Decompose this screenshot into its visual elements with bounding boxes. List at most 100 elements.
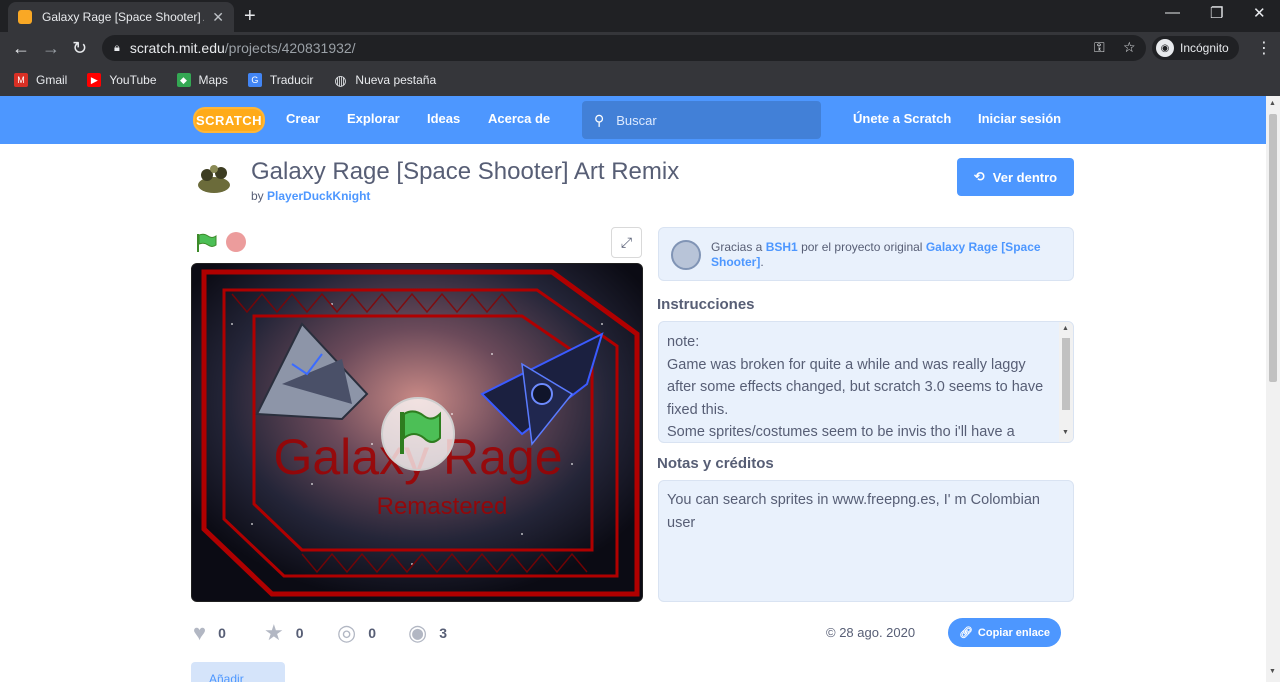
remix-credit-text: Gracias a BSH1 por el proyecto original … xyxy=(711,240,1051,270)
credit-prefix: Gracias a xyxy=(711,240,763,254)
search-icon: ⚲ xyxy=(594,111,605,128)
project-title: Galaxy Rage [Space Shooter] Art Remix xyxy=(251,158,680,185)
key-icon[interactable]: ⚿ xyxy=(1094,39,1105,56)
incognito-badge[interactable]: ◉ Incógnito xyxy=(1152,36,1239,60)
scratch-logo[interactable]: SCRATCH xyxy=(193,107,265,133)
instructions-box[interactable]: note: Game was broken for quite a while a… xyxy=(658,321,1074,443)
stage-subtitle: Remastered xyxy=(377,493,508,520)
search-input[interactable]: ⚲ Buscar xyxy=(582,101,821,139)
scroll-up-icon[interactable]: ▲ xyxy=(1269,100,1276,107)
scroll-down-icon[interactable]: ▼ xyxy=(1062,429,1069,436)
loves-count: 0 xyxy=(218,625,226,641)
bookmark-label: Gmail xyxy=(36,73,68,87)
eye-icon: ◉ xyxy=(408,620,428,645)
by-prefix: by xyxy=(251,189,264,203)
project-date: © 28 ago. 2020 xyxy=(826,625,916,640)
link-icon: 🔗︎ xyxy=(958,627,973,639)
fullscreen-button[interactable]: ⤢ xyxy=(611,227,642,258)
url-host: scratch.mit.edu xyxy=(129,40,225,56)
loves-stat[interactable]: ♥ 0 xyxy=(193,620,226,646)
stage-green-flag-overlay[interactable] xyxy=(381,397,455,471)
new-tab-icon[interactable]: + xyxy=(244,5,256,28)
stage-canvas: Galaxy Rage Remastered xyxy=(192,264,642,601)
window-close-icon[interactable]: ✕ xyxy=(1253,4,1266,22)
remix-arrows-icon: ⟲ xyxy=(973,169,985,184)
add-to-studio-label: Añadir xyxy=(209,672,244,682)
stop-icon[interactable] xyxy=(226,232,246,252)
credit-middle: por el proyecto original xyxy=(801,240,923,254)
notes-text: You can search sprites in www.freepng.es… xyxy=(667,492,1040,531)
scrollbar-thumb[interactable] xyxy=(1269,114,1277,382)
scratch-favicon-icon xyxy=(18,10,32,24)
remix-credit-box: Gracias a BSH1 por el proyecto original … xyxy=(658,227,1074,281)
incognito-icon: ◉ xyxy=(1156,39,1174,57)
notes-title: Notas y créditos xyxy=(657,455,774,472)
remixes-stat: ◎ 0 xyxy=(337,620,376,646)
restore-icon[interactable]: ❐ xyxy=(1210,4,1223,22)
bookmark-label: Traducir xyxy=(269,73,314,87)
bookmark-label: YouTube xyxy=(109,73,157,87)
remixes-count: 0 xyxy=(368,625,376,641)
lock-icon: 🔒︎ xyxy=(114,41,120,54)
favorites-stat[interactable]: ★ 0 xyxy=(264,620,304,646)
see-inside-label: Ver dentro xyxy=(992,169,1058,185)
url-path: /projects/420831932/ xyxy=(224,40,356,56)
original-author-avatar[interactable] xyxy=(671,240,701,270)
page-scrollbar[interactable]: ▲ ▼ xyxy=(1266,96,1280,682)
nav-explore[interactable]: Explorar xyxy=(347,111,400,126)
instructions-line: Game was broken for quite a while and wa… xyxy=(667,356,1044,418)
gmail-icon: M xyxy=(14,73,28,87)
translate-icon: G xyxy=(247,73,262,87)
instructions-scrollbar[interactable]: ▲ ▼ xyxy=(1059,322,1073,442)
maps-icon: ◆ xyxy=(176,73,191,87)
menu-kebab-icon[interactable]: ⋮ xyxy=(1256,38,1272,58)
back-icon[interactable]: ← xyxy=(12,38,30,59)
bookmark-item[interactable]: ◍ Nueva pestaña xyxy=(333,72,437,88)
bookmark-item[interactable]: G Traducir xyxy=(247,73,314,87)
views-count: 3 xyxy=(439,625,447,641)
bookmark-item[interactable]: ▶ YouTube xyxy=(87,73,157,87)
scratch-navbar: SCRATCH Crear Explorar Ideas Acerca de ⚲… xyxy=(0,96,1266,144)
notes-box[interactable]: You can search sprites in www.freepng.es… xyxy=(658,480,1074,602)
views-stat: ◉ 3 xyxy=(408,620,447,646)
author-link[interactable]: PlayerDuckKnight xyxy=(267,189,370,203)
bookmark-star-icon[interactable]: ☆ xyxy=(1123,39,1136,56)
credit-suffix: . xyxy=(760,255,764,269)
star-icon: ★ xyxy=(264,620,284,645)
reload-icon[interactable]: ↻ xyxy=(72,38,87,59)
scroll-up-icon[interactable]: ▲ xyxy=(1062,325,1069,332)
scroll-down-icon[interactable]: ▼ xyxy=(1269,668,1276,675)
incognito-label: Incógnito xyxy=(1180,41,1229,55)
instructions-scroll-thumb[interactable] xyxy=(1062,338,1070,410)
nav-create[interactable]: Crear xyxy=(286,111,320,126)
green-flag-icon[interactable] xyxy=(196,233,218,253)
join-scratch-link[interactable]: Únete a Scratch xyxy=(853,111,951,126)
instructions-title: Instrucciones xyxy=(657,296,755,313)
close-icon[interactable]: ✕ xyxy=(212,9,224,26)
remix-spiral-icon: ◎ xyxy=(337,620,357,645)
browser-tab-bar: Galaxy Rage [Space Shooter] Art ✕ + — ❐ … xyxy=(0,0,1280,32)
credit-user-link[interactable]: BSH1 xyxy=(766,240,798,254)
copy-link-label: Copiar enlace xyxy=(977,626,1051,639)
bookmark-item[interactable]: M Gmail xyxy=(14,73,67,87)
project-author-avatar[interactable] xyxy=(193,157,235,199)
see-inside-button[interactable]: ⟲ Ver dentro xyxy=(957,158,1074,196)
bookmarks-bar: M Gmail ▶ YouTube ◆ Maps G Traducir ◍ Nueva pesta… xyxy=(0,64,1280,96)
address-bar[interactable]: 🔒︎ scratch.mit.edu/projects/420831932/ ⚿… xyxy=(102,35,1146,61)
nav-about[interactable]: Acerca de xyxy=(488,111,550,126)
nav-ideas[interactable]: Ideas xyxy=(427,111,460,126)
browser-tab[interactable]: Galaxy Rage [Space Shooter] Art ✕ xyxy=(8,2,234,32)
minimize-icon[interactable]: — xyxy=(1165,4,1180,21)
bookmark-item[interactable]: ◆ Maps xyxy=(176,73,228,87)
sign-in-link[interactable]: Iniciar sesión xyxy=(978,111,1061,126)
browser-toolbar: ← → ↻ 🔒︎ scratch.mit.edu/projects/420831… xyxy=(0,32,1280,64)
fullscreen-icon: ⤢ xyxy=(620,234,633,250)
forward-icon[interactable]: → xyxy=(42,38,60,59)
bookmark-label: Nueva pestaña xyxy=(355,73,437,87)
add-to-studio-button[interactable]: Añadir xyxy=(191,662,285,682)
tab-title: Galaxy Rage [Space Shooter] Art xyxy=(42,10,205,24)
project-stage[interactable]: Galaxy Rage Remastered xyxy=(191,263,643,602)
heart-icon: ♥ xyxy=(193,620,207,645)
favorites-count: 0 xyxy=(295,625,304,641)
copy-link-button[interactable]: 🔗︎ Copiar enlace xyxy=(948,618,1061,647)
